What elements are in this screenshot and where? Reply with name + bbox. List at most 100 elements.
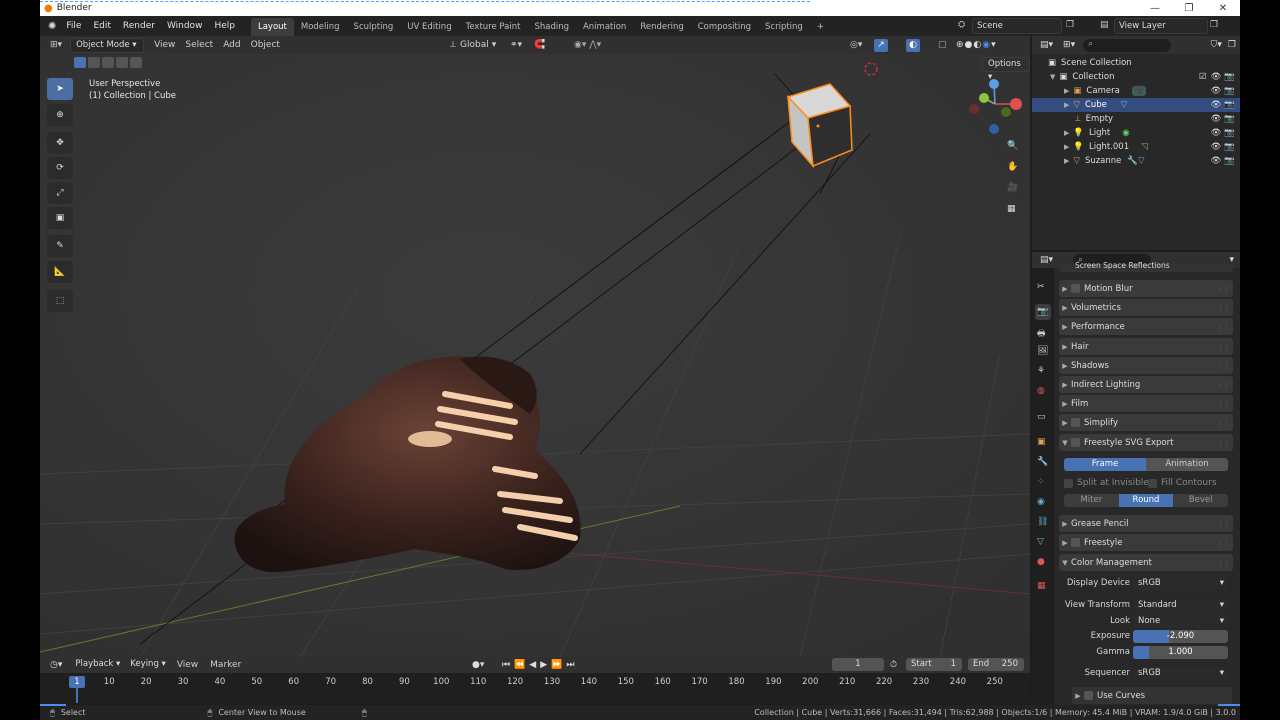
view-layer-icon[interactable]: ▤ — [1100, 20, 1109, 30]
rotate-tool[interactable]: ⟳ — [47, 157, 73, 179]
maximize-button[interactable]: ❐ — [1172, 3, 1206, 14]
minimize-button[interactable]: — — [1138, 3, 1172, 14]
checkbox[interactable] — [1071, 438, 1080, 447]
timeline-ruler[interactable]: 1 10 20 30 40 50 60 70 80 90 100 110 120 130 140 150 16… — [40, 673, 1030, 703]
select-box-tool[interactable]: ➤ — [47, 78, 73, 100]
shading-modes-icon[interactable]: ⊕●◐◉▾ — [956, 40, 997, 50]
transform-orientation[interactable]: ⟂ Global ▾ — [450, 40, 496, 50]
tab-sculpting[interactable]: Sculpting — [347, 18, 401, 36]
transform-tool[interactable]: ▣ — [47, 207, 73, 229]
exposure-slider[interactable]: -2.090 — [1133, 630, 1228, 643]
filter-icon[interactable]: ⛉▾ — [1211, 40, 1222, 50]
eye-icon[interactable]: 👁 — [1211, 156, 1222, 166]
mode-animation-button[interactable]: Animation — [1146, 458, 1228, 471]
eye-icon[interactable]: 👁 — [1211, 114, 1222, 124]
tab-uv-editing[interactable]: UV Editing — [400, 18, 458, 36]
modifier-wrench-icon[interactable]: 🔧▽ — [1127, 156, 1144, 166]
end-frame-field[interactable]: End 250 — [968, 658, 1024, 671]
menu-help[interactable]: Help — [208, 21, 241, 31]
expand-chevron-icon[interactable]: ▶ — [1064, 87, 1069, 95]
drag-handle-icon[interactable]: ⋮⋮ — [1217, 539, 1230, 547]
checkbox[interactable] — [1084, 691, 1093, 700]
tab-shading[interactable]: Shading — [527, 18, 576, 36]
panel-shadows[interactable]: ▶ Shadows ⋮⋮ — [1059, 357, 1233, 374]
clock-icon[interactable]: ⏱ — [890, 660, 897, 670]
expand-chevron-icon[interactable]: ▶ — [1064, 101, 1069, 109]
tab-texture-paint[interactable]: Texture Paint — [459, 18, 528, 36]
xray-icon[interactable]: ▢ — [938, 40, 947, 50]
new-scene-icon[interactable]: ❐ — [1066, 20, 1074, 30]
panel-freestyle-svg-export[interactable]: ▼ Freestyle SVG Export ⋮⋮ — [1059, 434, 1233, 451]
drag-handle-icon[interactable]: ⋮⋮ — [1217, 520, 1230, 528]
panel-grease-pencil[interactable]: ▶ Grease Pencil ⋮⋮ — [1059, 515, 1233, 532]
outliner-item-cube[interactable]: ▶ ▽ Cube ▽ 👁 📷 — [1032, 98, 1240, 112]
tab-animation[interactable]: Animation — [576, 18, 633, 36]
drag-handle-icon[interactable]: ⋮⋮ — [1217, 400, 1230, 408]
tab-view-layer-icon[interactable]: 🖼 — [1037, 346, 1048, 356]
close-window-button[interactable]: ✕ — [1206, 3, 1240, 14]
tab-layout[interactable]: Layout — [250, 18, 294, 36]
outliner-item-light[interactable]: ▶ 💡 Light ◉ 👁 📷 — [1032, 126, 1240, 140]
record-icon[interactable]: ●▾ — [472, 660, 484, 670]
expand-chevron-icon[interactable]: ▼ — [1050, 73, 1055, 81]
tab-output-icon[interactable]: 🖶 — [1037, 326, 1046, 342]
select-invert-icon[interactable] — [116, 57, 128, 68]
measure-tool[interactable]: 📐 — [47, 261, 73, 283]
3d-viewport[interactable]: User Perspective (1) Collection | Cube O… — [40, 54, 1030, 657]
outliner-editor-icon[interactable]: ▤▾ — [1040, 40, 1053, 50]
menu-add[interactable]: Add — [223, 40, 240, 50]
panel-volumetrics[interactable]: ▶ Volumetrics ⋮⋮ — [1059, 299, 1233, 316]
drag-handle-icon[interactable]: ⋮⋮ — [1217, 323, 1230, 331]
drag-handle-icon[interactable]: ⋮⋮ — [1217, 419, 1230, 427]
tab-particles-icon[interactable]: ⁘ — [1037, 477, 1045, 487]
panel-freestyle[interactable]: ▶ Freestyle ⋮⋮ — [1059, 534, 1233, 551]
current-frame-field[interactable]: 1 — [832, 658, 884, 671]
menu-select[interactable]: Select — [185, 40, 213, 50]
select-subtract-icon[interactable] — [102, 57, 114, 68]
pan-hand-icon[interactable]: ✋ — [1007, 162, 1018, 172]
light-data-icon[interactable]: ◹ — [1141, 142, 1148, 152]
panel-use-curves[interactable]: ▶ Use Curves — [1072, 687, 1232, 704]
sequencer-dropdown[interactable]: sRGB ▾ — [1133, 667, 1228, 680]
tab-modifiers-icon[interactable]: 🔧 — [1037, 457, 1048, 467]
start-frame-field[interactable]: Start 1 — [906, 658, 962, 671]
drag-handle-icon[interactable]: ⋮⋮ — [1217, 559, 1230, 567]
editor-type-icon[interactable]: ⊞▾ — [50, 40, 62, 50]
camera-view-icon[interactable]: 🎥 — [1007, 183, 1018, 193]
outliner-search-input[interactable]: ⌕ — [1083, 38, 1172, 52]
playback-controls[interactable]: ⏮⏪◀▶⏩⏭ — [502, 660, 578, 670]
playhead[interactable]: 1 — [69, 676, 85, 688]
object-mode-dropdown[interactable]: Object Mode ▾ — [70, 37, 145, 53]
join-bevel-button[interactable]: Bevel — [1173, 494, 1229, 507]
tab-scripting[interactable]: Scripting — [758, 18, 810, 36]
render-camera-icon[interactable]: 📷 — [1224, 86, 1235, 96]
playback-dropdown[interactable]: Playback ▾ — [70, 658, 125, 673]
options-dropdown[interactable]: Options ▾ — [982, 57, 1030, 82]
tab-constraints-icon[interactable]: ⛓ — [1037, 517, 1048, 527]
gizmo-toggle-icon[interactable]: ↗ — [874, 38, 888, 52]
checkbox[interactable] — [1071, 538, 1080, 547]
outliner-collection[interactable]: ▼ ▣ Collection ☑ 👁 📷 — [1032, 70, 1240, 84]
properties-editor-icon[interactable]: ▤▾ — [1040, 255, 1053, 265]
eye-icon[interactable]: 👁 — [1211, 100, 1222, 110]
scene-icon[interactable]: ⛭ — [958, 20, 965, 30]
tab-tool-icon[interactable]: ✂ — [1037, 282, 1045, 292]
expand-chevron-icon[interactable]: ▶ — [1064, 143, 1069, 151]
exclude-checkbox-icon[interactable]: ☑ — [1199, 72, 1207, 82]
drag-handle-icon[interactable]: ⋮⋮ — [1217, 304, 1230, 312]
menu-file[interactable]: File — [60, 21, 87, 31]
panel-film[interactable]: ▶ Film ⋮⋮ — [1059, 395, 1233, 412]
menu-render[interactable]: Render — [117, 21, 161, 31]
visibility-icon[interactable]: ◎▾ — [850, 40, 862, 50]
pivot-icon[interactable]: ⚭▾ — [510, 40, 522, 50]
tab-world-icon[interactable]: ◍ — [1037, 386, 1045, 396]
menu-marker[interactable]: Marker — [210, 660, 241, 670]
look-dropdown[interactable]: None ▾ — [1133, 615, 1228, 628]
tab-physics-icon[interactable]: ◉ — [1037, 497, 1045, 507]
panel-screen-space-reflections[interactable]: Screen Space Reflections — [1059, 261, 1233, 272]
panel-motion-blur[interactable]: ▶ Motion Blur ⋮⋮ — [1059, 280, 1233, 297]
display-mode-icon[interactable]: ⊞▾ — [1063, 40, 1075, 50]
join-round-button[interactable]: Round — [1118, 494, 1174, 507]
zoom-icon[interactable]: 🔍 — [1007, 141, 1018, 151]
fill-contours-option[interactable]: Fill Contours — [1148, 478, 1217, 488]
